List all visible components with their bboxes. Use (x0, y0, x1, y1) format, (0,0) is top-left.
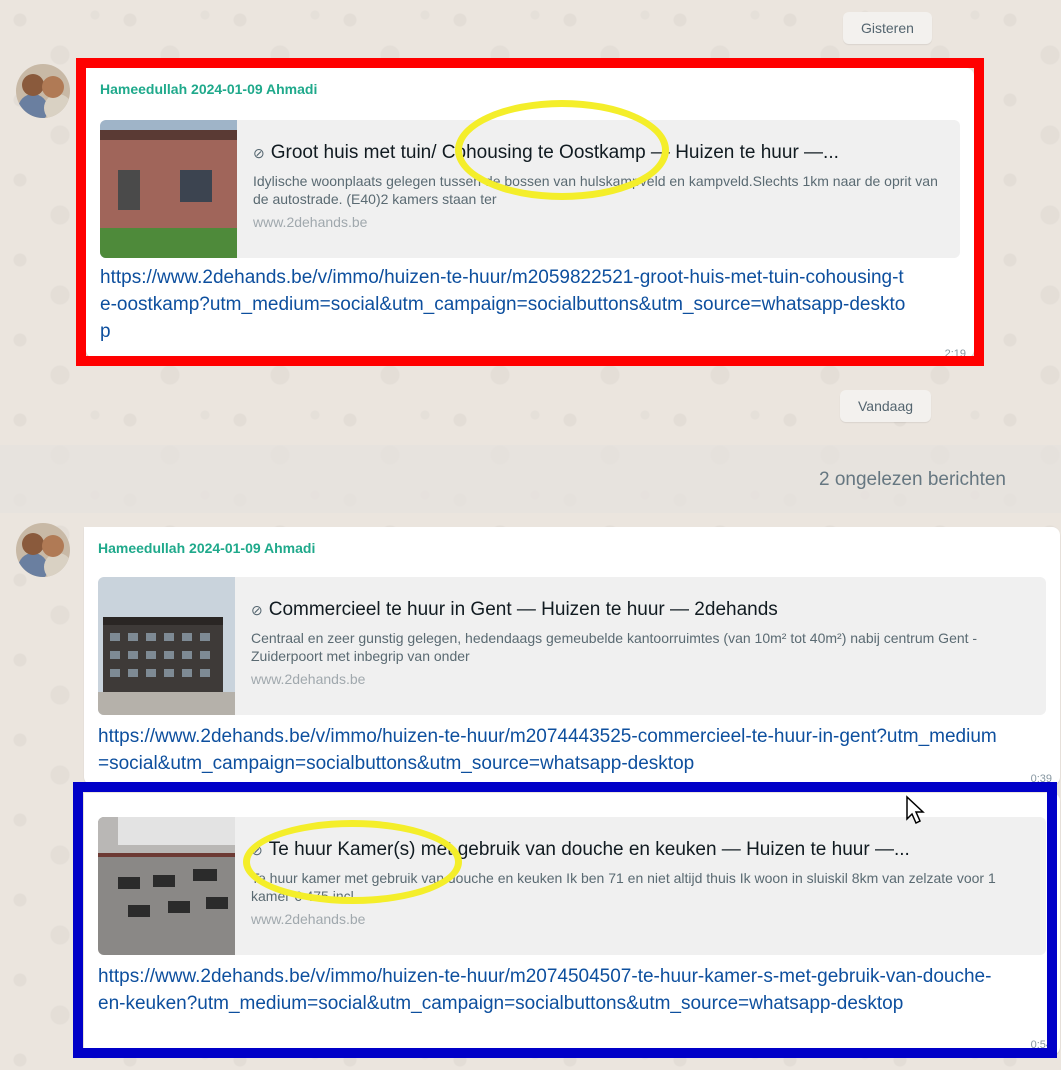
link-preview-card[interactable]: ⊘ Commercieel te huur in Gent — Huizen te… (98, 577, 1046, 715)
mouse-pointer-icon (906, 795, 925, 825)
preview-domain: www.2dehands.be (251, 671, 366, 687)
unread-banner: 2 ongelezen berichten (0, 445, 1061, 513)
message-link[interactable]: https://www.2dehands.be/v/immo/huizen-te… (98, 723, 1000, 777)
date-separator-yesterday: Gisteren (843, 12, 932, 44)
sender-name[interactable]: Hameedullah 2024-01-09 Ahmadi (98, 540, 315, 556)
annotation-yellow-ellipse-1 (455, 100, 669, 200)
preview-thumbnail (98, 577, 235, 715)
date-separator-today: Vandaag (840, 390, 932, 422)
message-bubble-2[interactable]: Hameedullah 2024-01-09 Ahmadi ⊘ Commercie… (84, 527, 1060, 785)
preview-description: Centraal en zeer gunstig gelegen, hedend… (251, 630, 978, 664)
annotation-yellow-ellipse-2 (243, 820, 462, 904)
sender-avatar[interactable] (16, 64, 70, 118)
sender-avatar[interactable] (16, 523, 70, 577)
unread-count-text: 2 ongelezen berichten (819, 469, 1006, 490)
link-icon: ⊘ (251, 602, 263, 618)
preview-title: ⊘ Commercieel te huur in Gent — Huizen te… (251, 599, 778, 620)
